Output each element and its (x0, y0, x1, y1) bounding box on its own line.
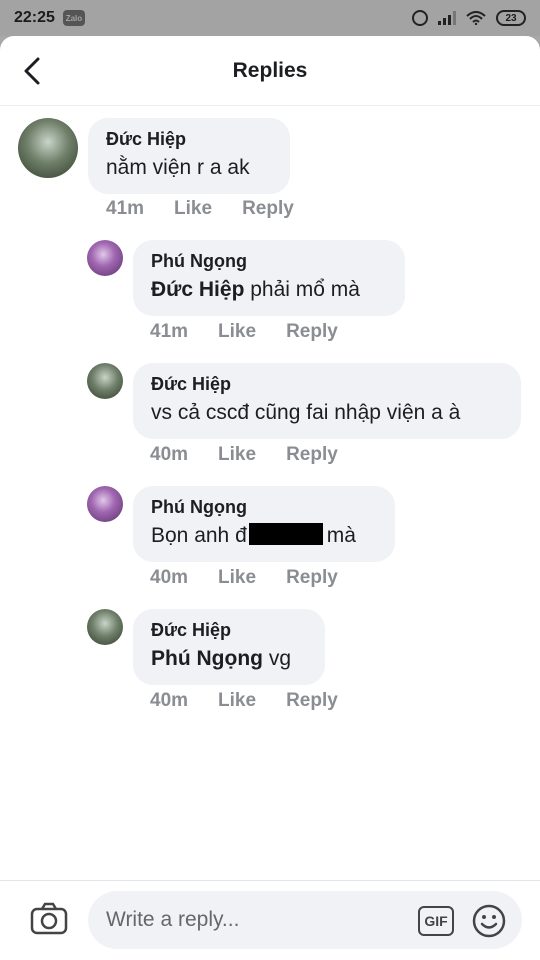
header: Replies (0, 36, 540, 106)
comment-bubble[interactable]: Đức Hiệp Phú Ngọng vg (133, 609, 325, 685)
avatar[interactable] (87, 609, 123, 645)
status-time: 22:25 (14, 9, 55, 26)
back-button[interactable] (18, 57, 46, 85)
comment-author[interactable]: Phú Ngọng (151, 250, 387, 272)
reply-button[interactable]: Reply (286, 321, 338, 343)
wifi-icon (466, 11, 486, 25)
comment-text-before: Bọn anh đ (151, 524, 247, 547)
alarm-icon (412, 10, 428, 26)
comment-text-after: mà (326, 524, 356, 547)
reply-button[interactable]: Reply (286, 444, 338, 466)
comment-actions: 41m Like Reply (106, 198, 294, 220)
emoji-icon[interactable] (472, 904, 506, 938)
mention[interactable]: Phú Ngọng (151, 647, 263, 670)
like-button[interactable]: Like (218, 567, 256, 589)
comment-bubble[interactable]: Phú Ngọng Bọn anh đ mà (133, 486, 395, 562)
like-button[interactable]: Like (218, 321, 256, 343)
comment-author[interactable]: Phú Ngọng (151, 496, 377, 518)
reply-placeholder: Write a reply... (106, 908, 240, 931)
avatar[interactable] (87, 363, 123, 399)
comment-actions: 40m Like Reply (150, 690, 338, 712)
comment-time[interactable]: 41m (150, 321, 188, 343)
comment-actions: 40m Like Reply (150, 444, 338, 466)
reply-input[interactable]: Write a reply... GIF (88, 891, 522, 949)
comment-time[interactable]: 41m (106, 198, 144, 220)
comment-bubble[interactable]: Đức Hiệp vs cả cscđ cũng fai nhập viện a… (133, 363, 521, 439)
comment-time[interactable]: 40m (150, 444, 188, 466)
comment-actions: 40m Like Reply (150, 567, 338, 589)
gif-icon[interactable]: GIF (418, 906, 454, 936)
avatar[interactable] (18, 118, 78, 178)
avatar[interactable] (87, 240, 123, 276)
redaction-block (248, 523, 323, 545)
signal-icon (438, 11, 456, 25)
comment-text-body: vg (262, 647, 291, 670)
comment-author[interactable]: Đức Hiệp (151, 619, 307, 641)
comment-text: Phú Ngọng vg (151, 645, 307, 673)
chevron-left-icon (24, 57, 40, 85)
replies-sheet: Replies Đức Hiệp nằm viện r a ak 41m Lik… (0, 36, 540, 960)
comment-bubble[interactable]: Phú Ngọng Đức Hiệp phải mổ mà (133, 240, 405, 316)
status-icons: 23 (412, 10, 526, 26)
comment-text: nằm viện r a ak (106, 156, 250, 179)
reply-composer: Write a reply... GIF (0, 880, 540, 960)
comment-text-body: phải mổ mà (244, 278, 360, 301)
comment-text: Đức Hiệp phải mổ mà (151, 276, 387, 304)
comment-author[interactable]: Đức Hiệp (151, 373, 503, 395)
zalo-app-icon: Zalo (62, 10, 85, 26)
mention[interactable]: Đức Hiệp (151, 278, 244, 301)
page-title: Replies (232, 58, 308, 82)
avatar[interactable] (87, 486, 123, 522)
comment-time[interactable]: 40m (150, 690, 188, 712)
reply-button[interactable]: Reply (286, 690, 338, 712)
camera-icon[interactable] (30, 901, 68, 935)
like-button[interactable]: Like (218, 444, 256, 466)
comment-author[interactable]: Đức Hiệp (106, 128, 272, 150)
reply-button[interactable]: Reply (286, 567, 338, 589)
comment-bubble[interactable]: Đức Hiệp nằm viện r a ak (88, 118, 290, 194)
like-button[interactable]: Like (174, 198, 212, 220)
comment-actions: 41m Like Reply (150, 321, 338, 343)
comment-text: Bọn anh đ mà (151, 522, 377, 550)
like-button[interactable]: Like (218, 690, 256, 712)
status-bar: 22:25 Zalo 23 (0, 0, 540, 36)
comment-text: vs cả cscđ cũng fai nhập viện a à (151, 401, 461, 424)
battery-icon: 23 (496, 10, 526, 26)
reply-button[interactable]: Reply (242, 198, 294, 220)
comment-time[interactable]: 40m (150, 567, 188, 589)
